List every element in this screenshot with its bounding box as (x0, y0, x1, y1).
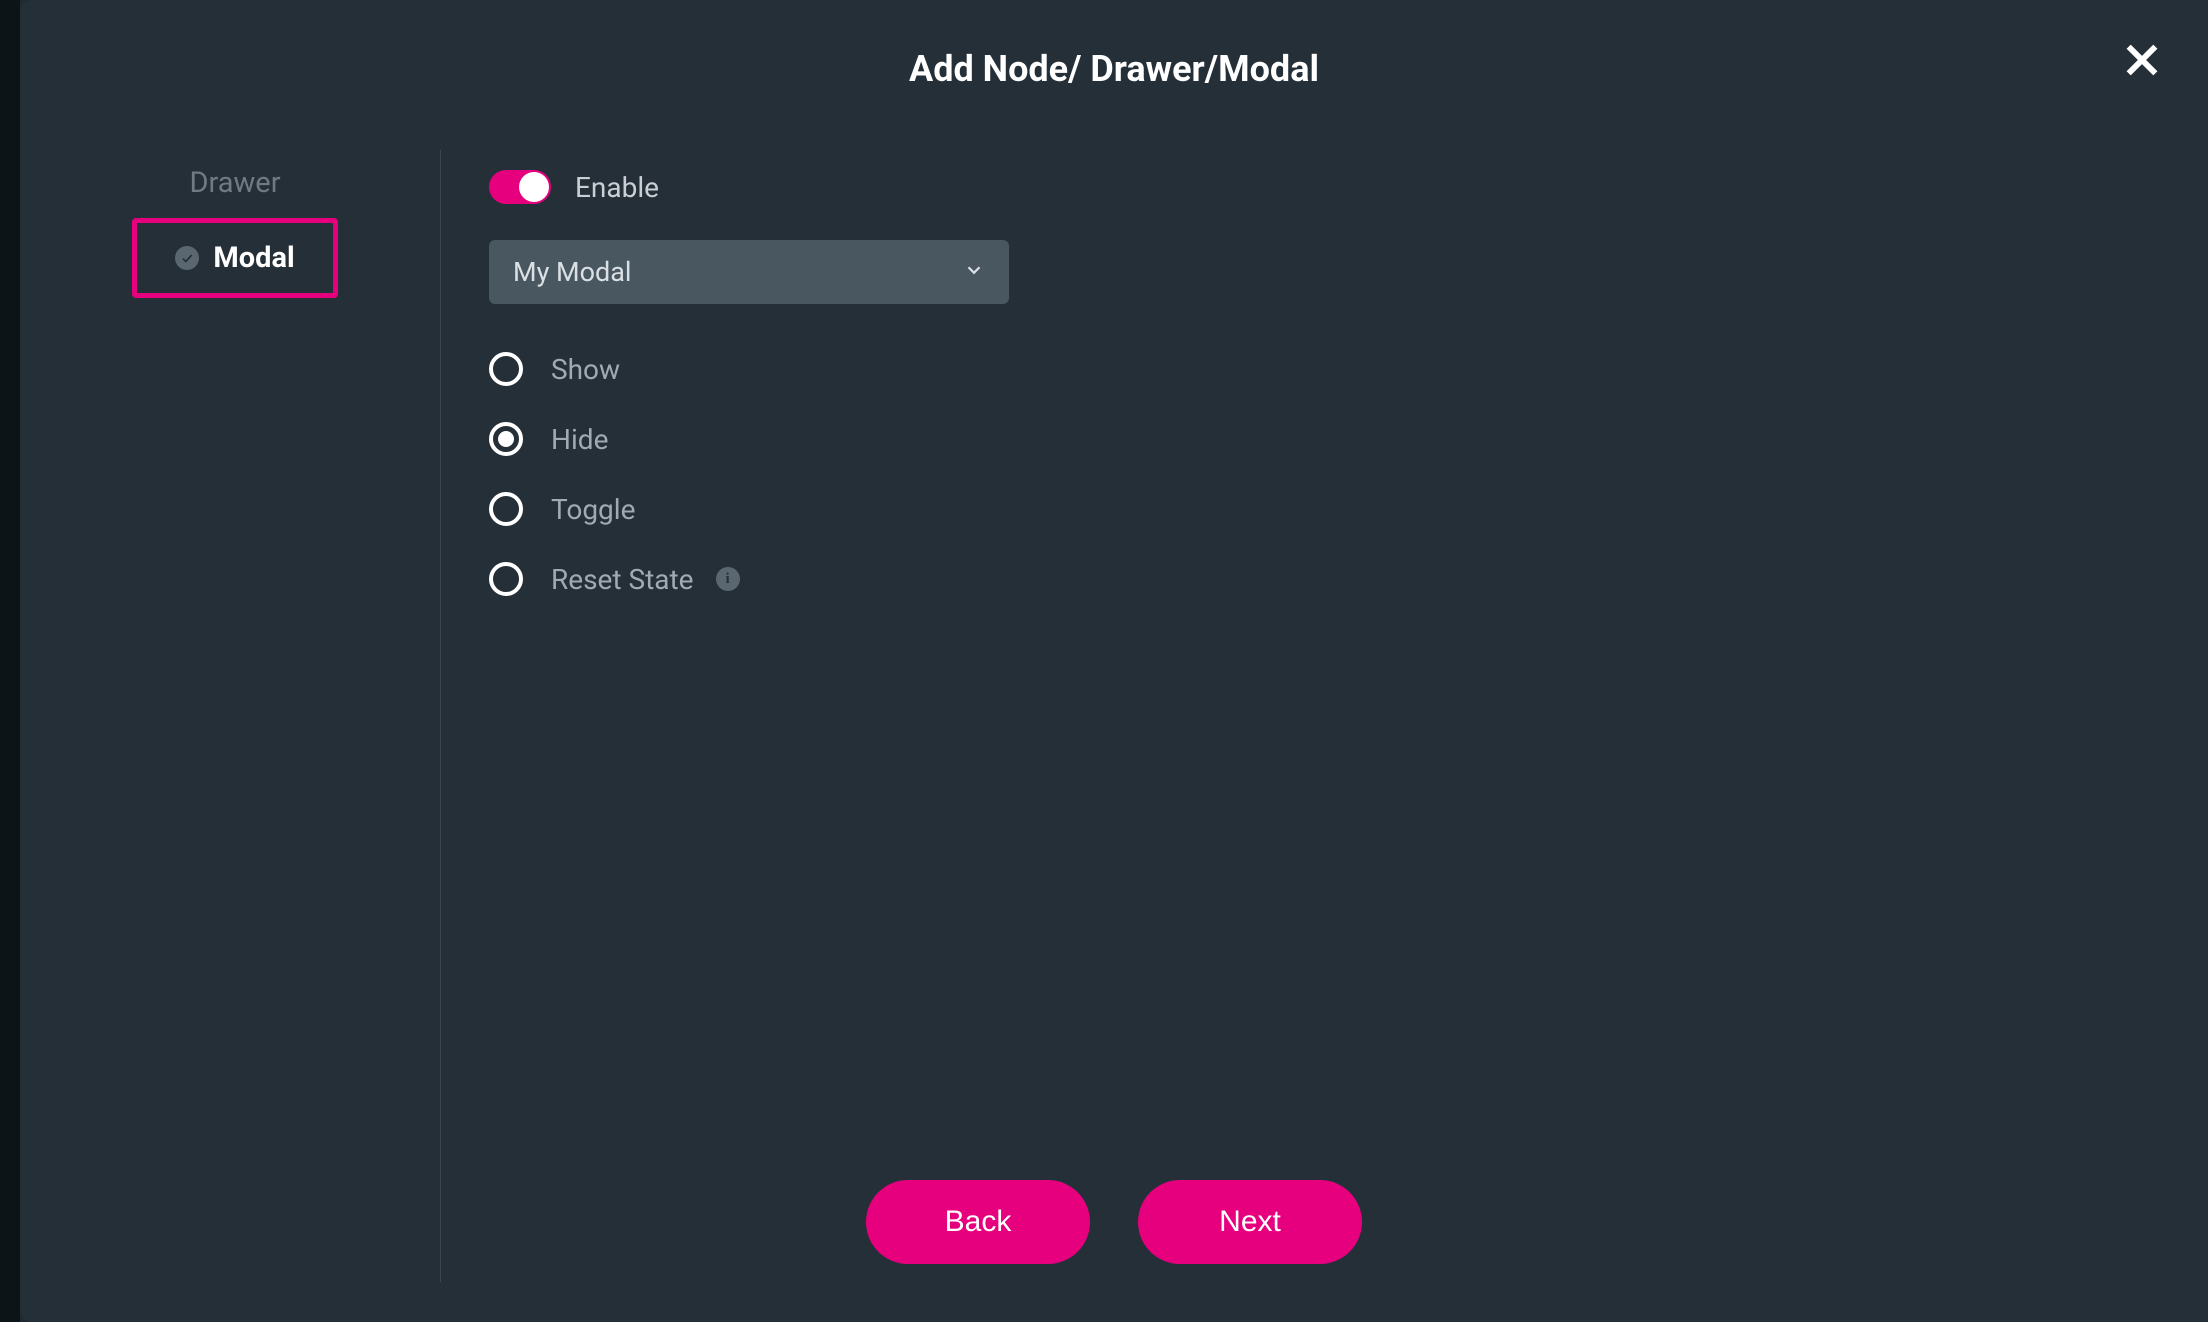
sidebar-item-drawer[interactable]: Drawer (90, 150, 380, 216)
sidebar: Drawer Modal (20, 130, 440, 1322)
radio-label: Show (551, 353, 620, 386)
sidebar-item-label: Modal (213, 241, 294, 275)
main-content: Enable My Modal Show Hide (441, 130, 2208, 1322)
modal-body: Drawer Modal Enable My Modal (20, 130, 2208, 1322)
radio-icon (489, 562, 523, 596)
next-button[interactable]: Next (1138, 1180, 1362, 1264)
back-button[interactable]: Back (866, 1180, 1090, 1264)
modal-select[interactable]: My Modal (489, 240, 1009, 304)
radio-label: Toggle (551, 493, 635, 526)
chevron-down-icon (963, 259, 985, 285)
button-label: Next (1219, 1205, 1281, 1239)
enable-toggle[interactable] (489, 170, 551, 204)
select-value: My Modal (513, 256, 632, 288)
radio-icon (489, 422, 523, 456)
radio-option-hide[interactable]: Hide (489, 422, 2148, 456)
radio-icon (489, 492, 523, 526)
backdrop (0, 0, 20, 1322)
radio-option-toggle[interactable]: Toggle (489, 492, 2148, 526)
modal-header: Add Node/ Drawer/Modal (20, 0, 2208, 130)
radio-option-reset-state[interactable]: Reset State i (489, 562, 2148, 596)
modal-title: Add Node/ Drawer/Modal (20, 48, 2208, 90)
close-button[interactable] (2116, 34, 2168, 86)
button-label: Back (945, 1205, 1012, 1239)
enable-label: Enable (575, 171, 659, 204)
radio-label: Hide (551, 423, 608, 456)
sidebar-item-modal[interactable]: Modal (132, 218, 337, 298)
toggle-knob (519, 172, 549, 202)
check-icon (175, 246, 199, 270)
info-icon[interactable]: i (716, 567, 740, 591)
close-icon (2122, 40, 2162, 80)
action-radio-group: Show Hide Toggle Reset State i (489, 352, 2148, 596)
radio-icon (489, 352, 523, 386)
sidebar-item-label: Drawer (189, 166, 280, 200)
footer: Back Next (20, 1180, 2208, 1264)
radio-option-show[interactable]: Show (489, 352, 2148, 386)
enable-row: Enable (489, 170, 2148, 204)
modal-panel: Add Node/ Drawer/Modal Drawer Modal (20, 0, 2208, 1322)
radio-label: Reset State (551, 563, 694, 596)
